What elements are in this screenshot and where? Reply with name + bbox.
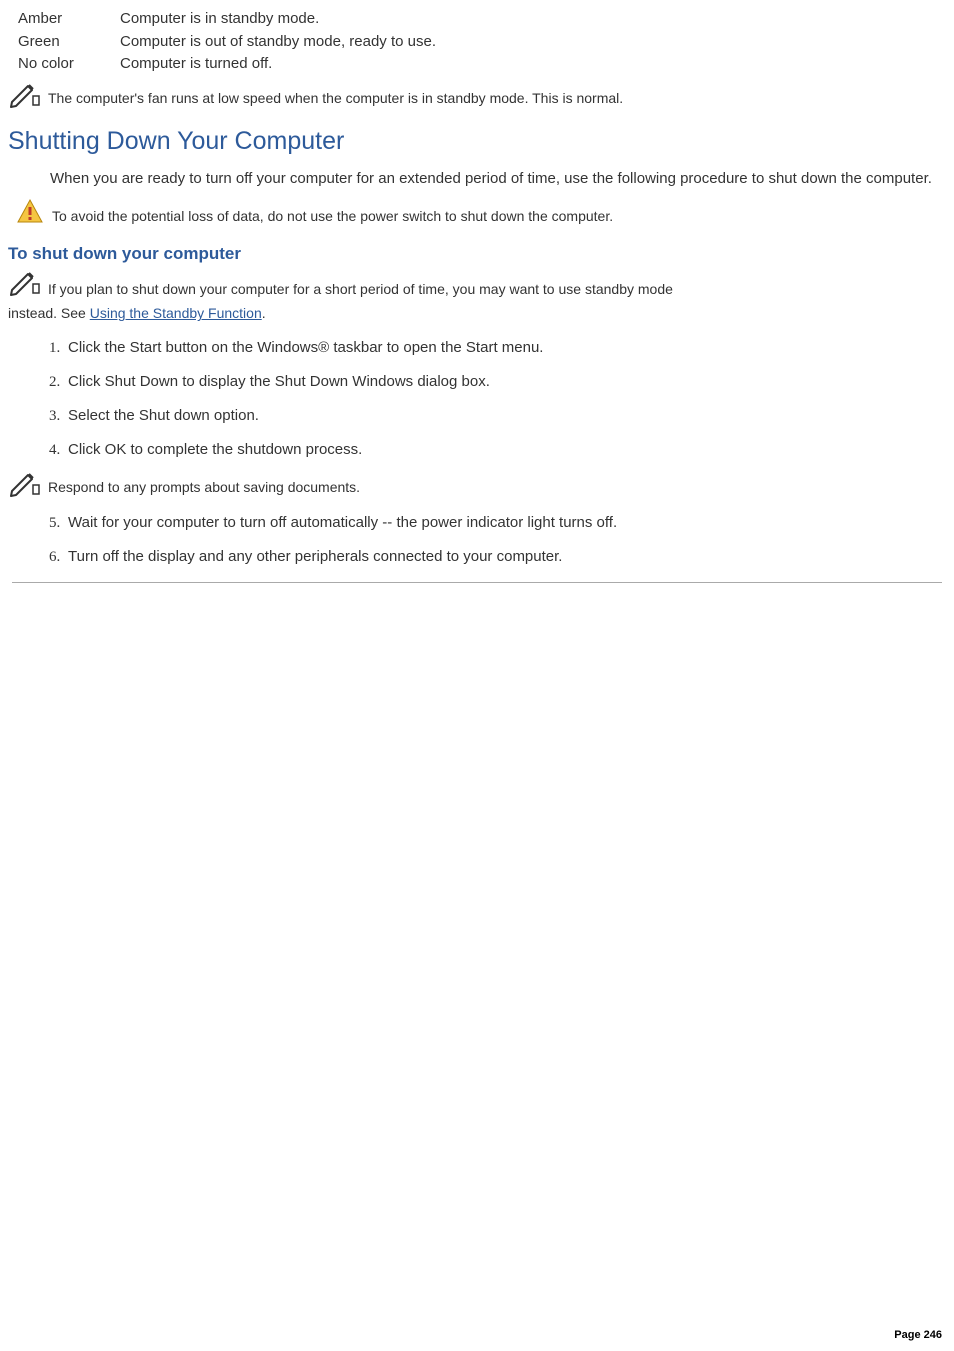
- tip-instead: instead. See: [8, 305, 90, 321]
- step-3-text: Select the Shut down option.: [68, 407, 259, 424]
- step-6: Turn off the display and any other perip…: [64, 548, 946, 566]
- pencil-note-icon: [8, 80, 48, 108]
- step-4-text: Click OK to complete the shutdown proces…: [68, 441, 362, 458]
- note-respond-text: Respond to any prompts about saving docu…: [48, 469, 360, 498]
- status-label-amber: Amber: [18, 8, 120, 31]
- heading-shutting-down: Shutting Down Your Computer: [8, 127, 946, 156]
- pencil-note-icon: [8, 469, 48, 497]
- step-4: Click OK to complete the shutdown proces…: [64, 441, 946, 459]
- note-fan-text: The computer's fan runs at low speed whe…: [48, 80, 623, 109]
- step-6-text: Turn off the display and any other perip…: [68, 548, 562, 565]
- status-label-green: Green: [18, 31, 120, 54]
- tip-after: .: [262, 305, 266, 321]
- note-fan: The computer's fan runs at low speed whe…: [8, 80, 946, 109]
- status-desc-amber: Computer is in standby mode.: [120, 8, 946, 31]
- page-number: Page 246: [894, 1329, 942, 1341]
- warning-text: To avoid the potential loss of data, do …: [52, 198, 613, 227]
- steps-list-b: Wait for your computer to turn off autom…: [38, 514, 946, 566]
- step-2: Click Shut Down to display the Shut Down…: [64, 373, 946, 391]
- status-desc-green: Computer is out of standby mode, ready t…: [120, 31, 946, 54]
- tip-text-line2: instead. See Using the Standby Function.: [8, 302, 946, 324]
- step-5-text: Wait for your computer to turn off autom…: [68, 514, 617, 531]
- horizontal-rule: [12, 582, 942, 583]
- status-row: Green Computer is out of standby mode, r…: [18, 31, 946, 54]
- heading-to-shut-down: To shut down your computer: [8, 244, 946, 264]
- step-5: Wait for your computer to turn off autom…: [64, 514, 946, 532]
- step-1: Click the Start button on the Windows® t…: [64, 339, 946, 357]
- status-desc-nocolor: Computer is turned off.: [120, 53, 946, 76]
- step-1-text: Click the Start button on the Windows® t…: [68, 339, 543, 356]
- warning-block: To avoid the potential loss of data, do …: [8, 198, 946, 230]
- tip-block: If you plan to shut down your computer f…: [8, 268, 946, 300]
- status-table: Amber Computer is in standby mode. Green…: [18, 8, 946, 76]
- step-3: Select the Shut down option.: [64, 407, 946, 425]
- pencil-note-icon: [8, 268, 48, 300]
- status-label-nocolor: No color: [18, 53, 120, 76]
- intro-paragraph: When you are ready to turn off your comp…: [50, 168, 946, 191]
- step-2-text: Click Shut Down to display the Shut Down…: [68, 373, 490, 390]
- status-row: Amber Computer is in standby mode.: [18, 8, 946, 31]
- status-row: No color Computer is turned off.: [18, 53, 946, 76]
- warning-triangle-icon: [8, 198, 52, 230]
- note-respond: Respond to any prompts about saving docu…: [8, 469, 946, 498]
- link-using-standby[interactable]: Using the Standby Function: [90, 305, 262, 321]
- tip-text-line1: If you plan to shut down your computer f…: [48, 268, 946, 300]
- steps-list-a: Click the Start button on the Windows® t…: [38, 339, 946, 459]
